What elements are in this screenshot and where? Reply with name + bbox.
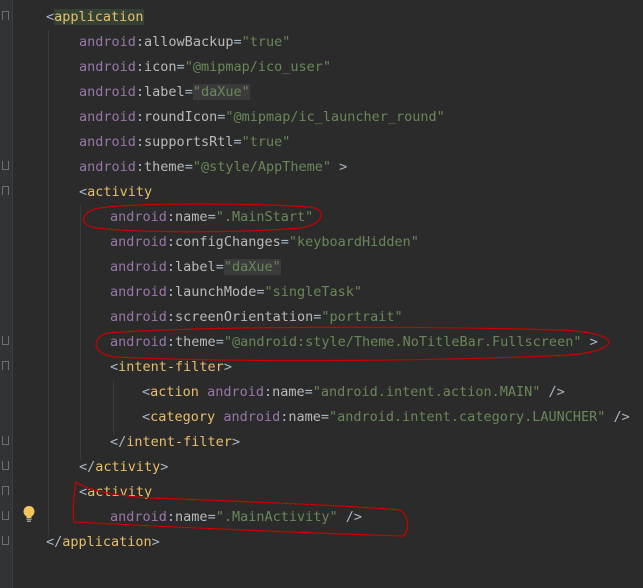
- code-line-12: android:launchMode="singleTask": [110, 284, 363, 300]
- fold-marker-icon[interactable]: [2, 161, 9, 170]
- code-line-8: <activity: [79, 184, 153, 200]
- code-line-13: android:screenOrientation="portrait": [110, 309, 403, 325]
- fold-marker-icon[interactable]: [2, 336, 9, 345]
- indent-guide: [80, 205, 81, 460]
- code-line-10: android:configChanges="keyboardHidden": [110, 234, 419, 250]
- code-line-7: android:theme="@style/AppTheme" >: [79, 159, 348, 175]
- code-line-22: </application>: [46, 534, 160, 550]
- code-line-20: <activity: [79, 484, 153, 500]
- code-line-11: android:label="daXue": [110, 259, 281, 275]
- fold-marker-icon[interactable]: [2, 361, 9, 370]
- fold-marker-icon[interactable]: [2, 486, 9, 495]
- fold-marker-icon[interactable]: [2, 436, 9, 445]
- fold-marker-icon[interactable]: [2, 186, 9, 195]
- lightbulb-icon[interactable]: [22, 505, 36, 523]
- editor-gutter: [0, 0, 13, 588]
- code-line-9: android:name=".MainStart": [110, 209, 314, 225]
- fold-marker-icon[interactable]: [2, 511, 9, 520]
- code-line-3: android:icon="@mipmap/ico_user": [79, 59, 332, 75]
- fold-marker-icon[interactable]: [2, 11, 9, 20]
- fold-marker-icon[interactable]: [2, 536, 9, 545]
- code-line-5: android:roundIcon="@mipmap/ic_launcher_r…: [79, 109, 445, 125]
- indent-guide: [48, 30, 49, 535]
- code-editor[interactable]: <application android:allowBackup="true" …: [0, 0, 643, 588]
- indent-guide: [113, 380, 114, 435]
- code-line-19: </activity>: [79, 459, 169, 475]
- code-line-21: android:name=".MainActivity" />: [110, 509, 363, 525]
- code-line-6: android:supportsRtl="true": [79, 134, 291, 150]
- code-line-1: <application: [46, 9, 144, 25]
- code-line-18: </intent-filter>: [110, 434, 241, 450]
- code-line-16: <action android:name="android.intent.act…: [142, 384, 565, 400]
- fold-marker-icon[interactable]: [2, 461, 9, 470]
- code-line-14: android:theme="@android:style/Theme.NoTi…: [110, 334, 598, 350]
- code-line-15: <intent-filter>: [110, 359, 232, 375]
- code-line-17: <category android:name="android.intent.c…: [142, 409, 630, 425]
- code-line-2: android:allowBackup="true": [79, 34, 291, 50]
- code-line-4: android:label="daXue": [79, 84, 250, 100]
